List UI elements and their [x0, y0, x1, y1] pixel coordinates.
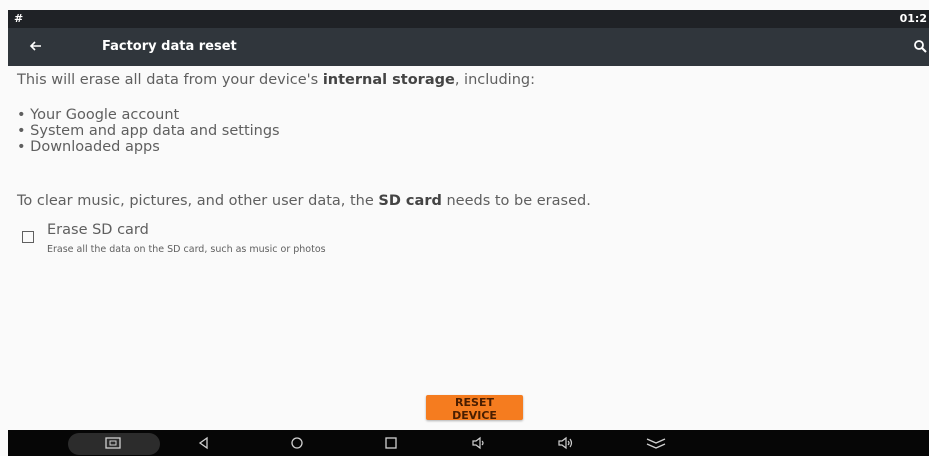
- intro-post: , including:: [454, 72, 535, 88]
- status-hash: #: [14, 12, 24, 25]
- hide-bar-chevron-icon[interactable]: [645, 435, 667, 451]
- home-circle-icon[interactable]: [288, 435, 306, 451]
- screenshot-icon[interactable]: [104, 435, 122, 451]
- intro-bold: internal storage: [322, 72, 455, 88]
- intro-pre: This will erase all data from your devic…: [17, 72, 323, 88]
- back-triangle-icon[interactable]: [195, 435, 213, 451]
- volume-up-icon[interactable]: [557, 435, 575, 451]
- erase-sd-title[interactable]: Erase SD card: [47, 222, 149, 238]
- app-bar: Factory data reset: [8, 28, 929, 66]
- page-title: Factory data reset: [102, 39, 237, 54]
- bullet-item: • System and app data and settings: [17, 123, 280, 139]
- bullet-item: • Your Google account: [17, 107, 180, 123]
- sd-note-bold: SD card: [378, 193, 442, 209]
- status-time: 01:2: [899, 12, 927, 25]
- bullet-item: • Downloaded apps: [17, 139, 160, 155]
- navigation-bar: [8, 430, 929, 456]
- back-arrow-icon[interactable]: [26, 36, 46, 56]
- left-frame-edge: [0, 0, 8, 456]
- search-icon[interactable]: [913, 39, 927, 53]
- status-bar: # 01:2: [8, 10, 929, 28]
- intro-text: This will erase all data from your devic…: [17, 72, 535, 88]
- data-bullet-list: • Your Google account • System and app d…: [17, 107, 280, 155]
- sd-note-post: needs to be erased.: [441, 193, 591, 209]
- erase-sd-description: Erase all the data on the SD card, such …: [47, 244, 326, 255]
- sd-card-note: To clear music, pictures, and other user…: [17, 193, 591, 209]
- reset-device-button[interactable]: RESET DEVICE: [426, 395, 523, 422]
- erase-sd-checkbox[interactable]: [22, 231, 34, 243]
- volume-down-icon[interactable]: [470, 435, 488, 451]
- recents-square-icon[interactable]: [382, 435, 400, 451]
- sd-note-pre: To clear music, pictures, and other user…: [17, 193, 379, 209]
